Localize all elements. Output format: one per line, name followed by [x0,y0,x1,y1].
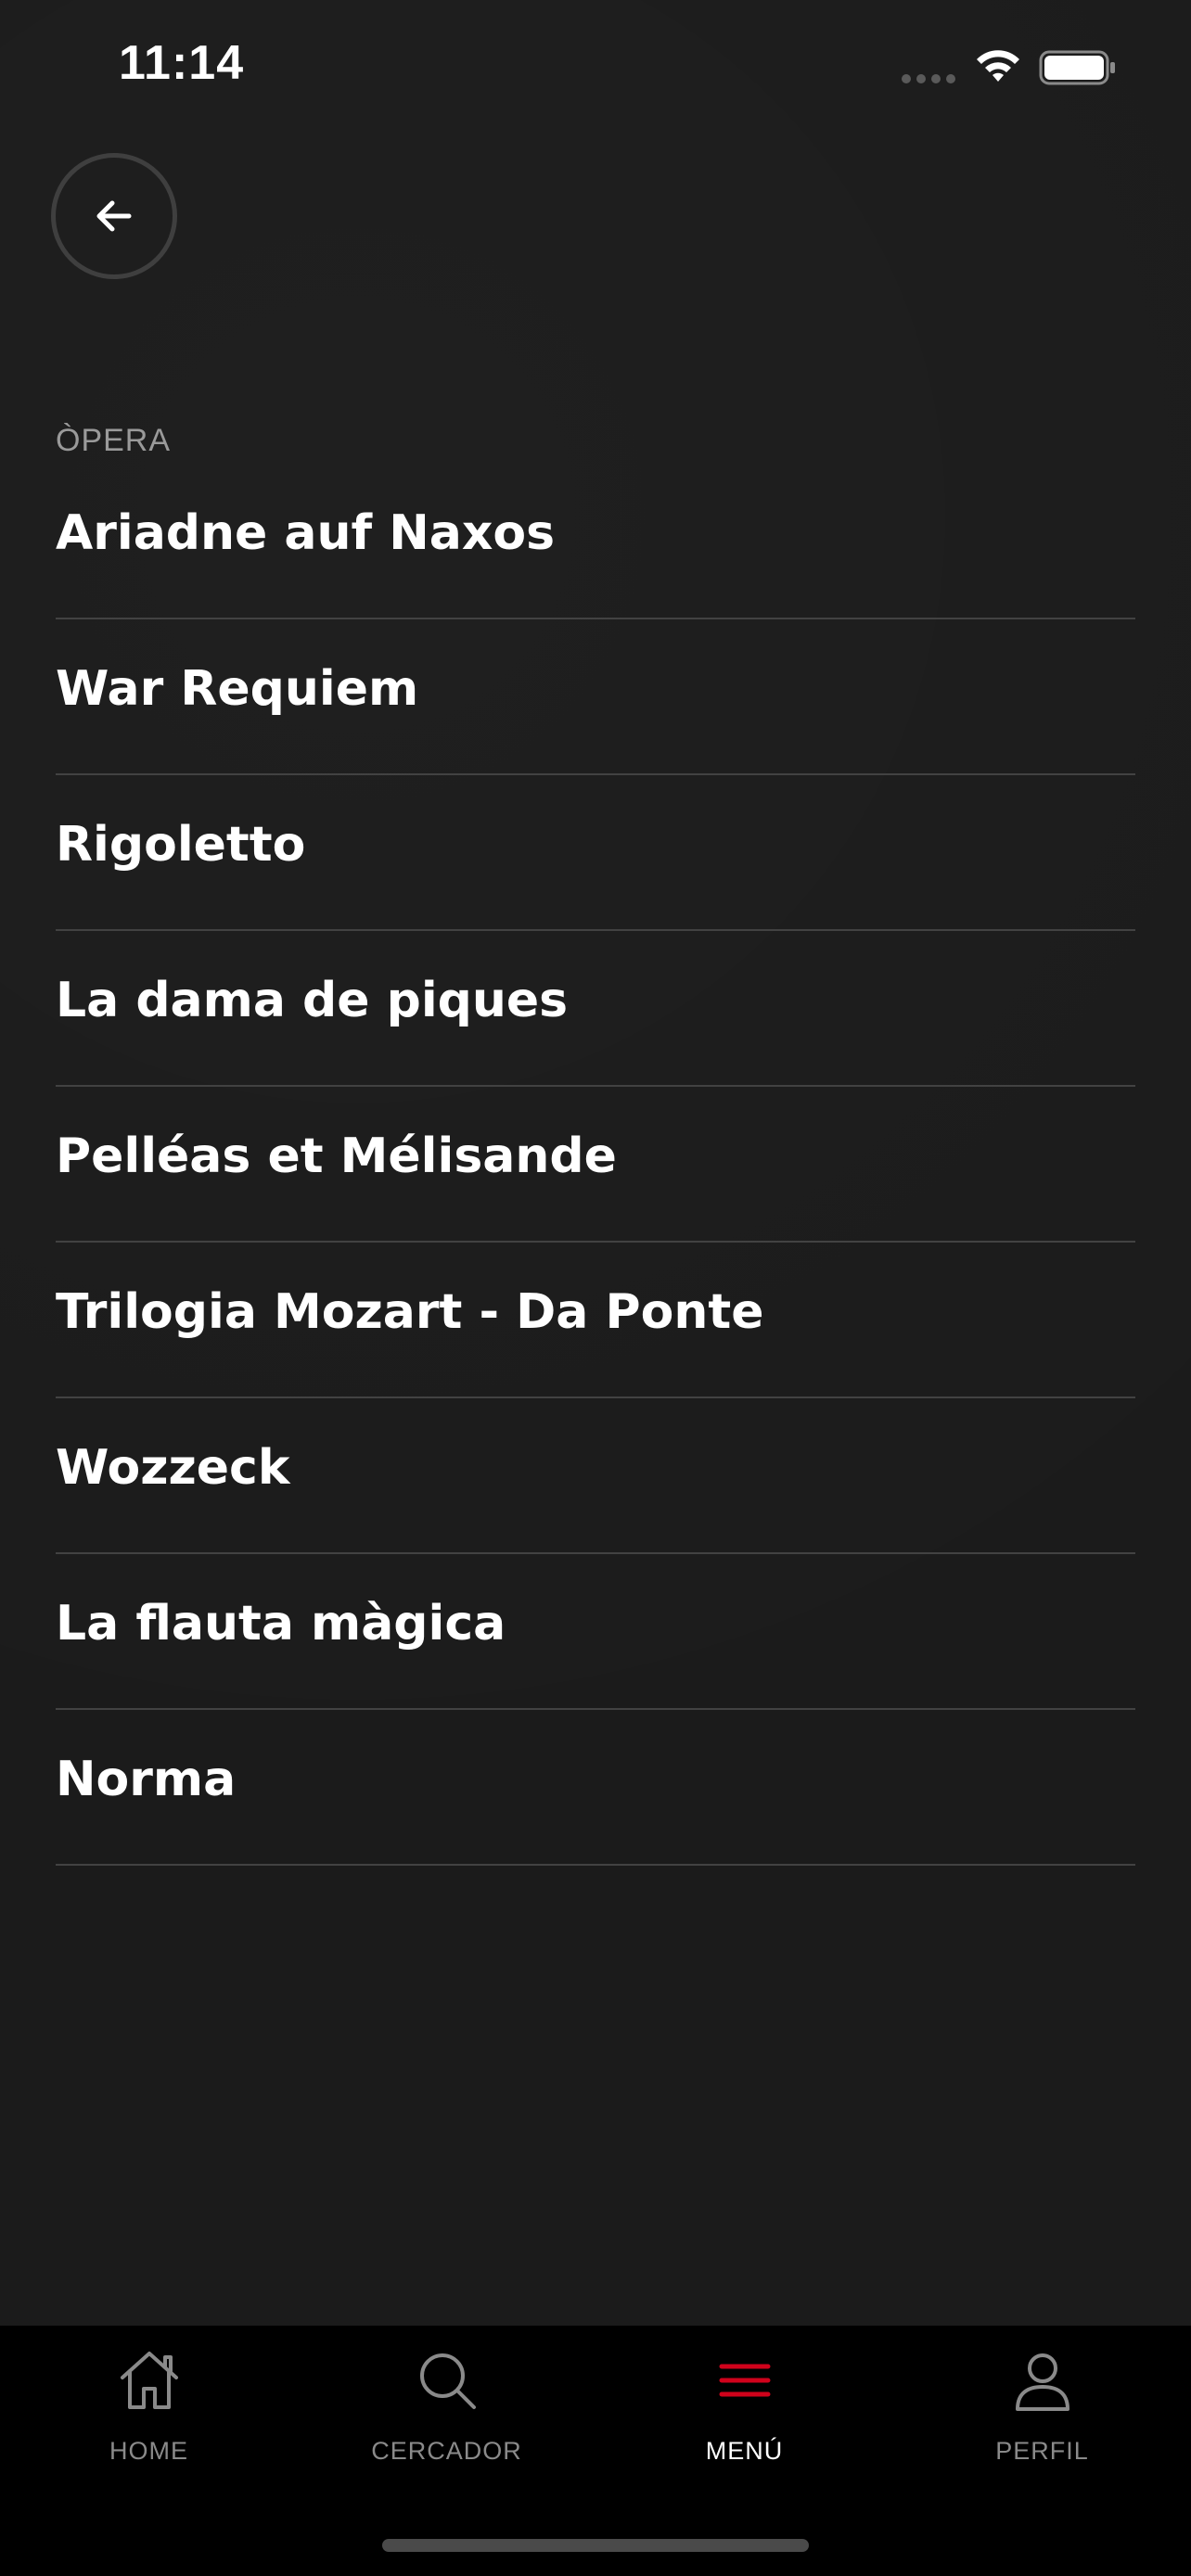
list-item[interactable]: War Requiem [56,619,1135,775]
list-item[interactable]: Wozzeck [56,1398,1135,1554]
tab-profile[interactable]: PERFIL [893,2326,1191,2511]
status-time: 11:14 [119,36,245,90]
home-icon [120,2352,178,2409]
tab-menu[interactable]: MENÚ [596,2326,893,2511]
battery-icon [1039,50,1115,85]
tab-label: CERCADOR [371,2437,522,2465]
tab-home[interactable]: HOME [0,2326,298,2511]
list-item-label: Norma [56,1752,237,1807]
list-item[interactable]: La dama de piques [56,931,1135,1087]
list-item[interactable]: Norma [56,1710,1135,1866]
status-bar: 11:14 [0,0,1191,139]
user-icon [1015,2353,1069,2411]
list-item[interactable]: La flauta màgica [56,1554,1135,1710]
list-item-label: La flauta màgica [56,1596,506,1651]
list-item-label: Pelléas et Mélisande [56,1129,617,1184]
list-item[interactable]: Ariadne auf Naxos [56,464,1135,619]
menu-icon [719,2364,770,2397]
opera-list: Ariadne auf Naxos War Requiem Rigoletto … [56,464,1135,1866]
search-icon [419,2353,476,2409]
list-item[interactable]: Rigoletto [56,775,1135,931]
list-item-label: La dama de piques [56,973,569,1028]
cellular-signal-icon [902,74,955,83]
back-button[interactable] [51,153,177,279]
list-item[interactable]: Pelléas et Mélisande [56,1087,1135,1243]
tab-label: HOME [109,2437,188,2465]
list-item-label: Trilogia Mozart - Da Ponte [56,1284,764,1340]
section-label: ÒPERA [56,423,172,458]
list-item-label: Wozzeck [56,1440,290,1496]
list-item[interactable]: Trilogia Mozart - Da Ponte [56,1243,1135,1398]
arrow-left-icon [96,200,132,232]
list-item-label: Rigoletto [56,817,306,873]
wifi-icon [977,50,1019,82]
list-item-label: War Requiem [56,661,419,717]
list-item-label: Ariadne auf Naxos [56,505,556,561]
tab-label: MENÚ [705,2437,784,2465]
tab-search[interactable]: CERCADOR [298,2326,596,2511]
tab-label: PERFIL [995,2437,1089,2465]
screen: 11:14 ÒPERA Ariadne auf Naxos War Requie… [0,0,1191,2576]
home-indicator [382,2539,809,2552]
